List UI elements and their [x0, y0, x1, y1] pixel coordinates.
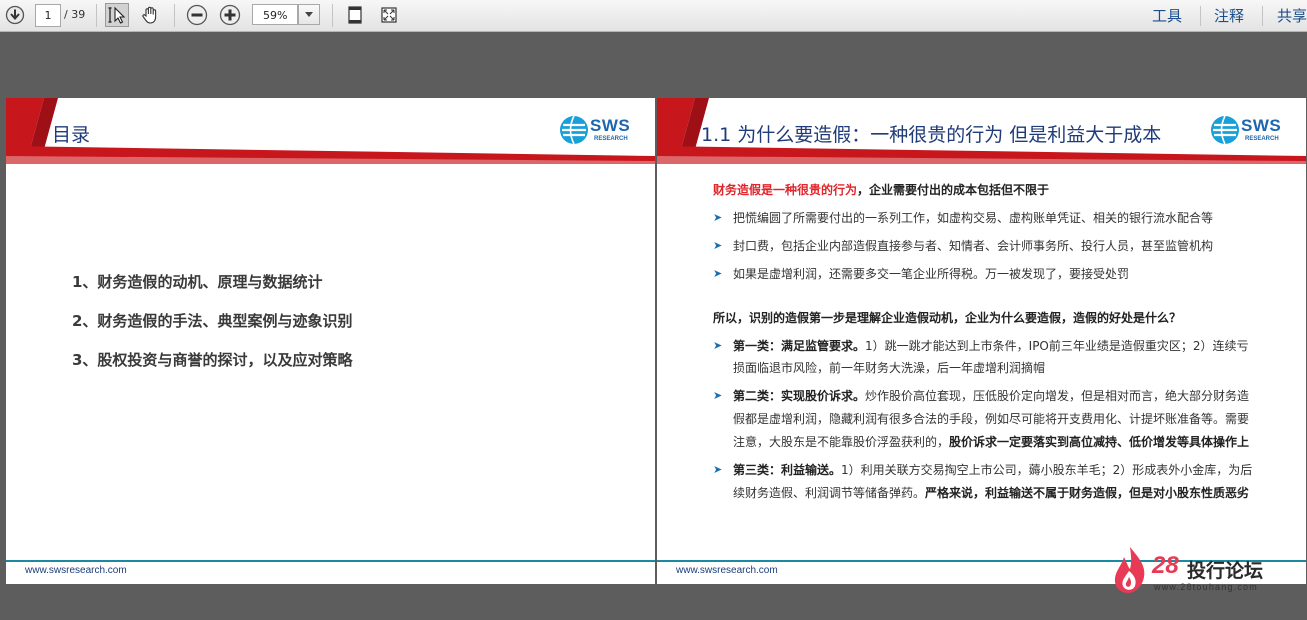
list-item: 第三类：利益输送。1）利用关联方交易掏空上市公司，薅小股东羊毛；2）形成表外小金…: [733, 462, 1252, 478]
toolbar-divider: [174, 4, 175, 27]
zoom-dropdown-button[interactable]: [298, 4, 320, 25]
fit-page-icon: [348, 6, 362, 24]
category-text: 炒作股价高位套现，压低股价定向增发，但是相对而言，绝大部分财务造: [865, 389, 1250, 403]
bullet-arrow-icon: ➤: [713, 463, 723, 476]
full-screen-icon: [381, 7, 397, 23]
toolbar-divider: [1262, 6, 1263, 26]
intro-text: ，企业需要付出的成本包括但不限于: [857, 183, 1050, 197]
list-item: 第一类：满足监管要求。1）跳一跳才能达到上市条件，IPO前三年业绩是造假重灾区；…: [733, 338, 1249, 354]
bullet-arrow-icon: ➤: [713, 239, 723, 252]
toc-item[interactable]: 1、财务造假的动机、原理与数据统计: [72, 271, 322, 292]
footer-url: www.swsresearch.com: [676, 565, 778, 576]
sws-logo: SWS RESEARCH: [559, 114, 639, 148]
zoom-out-icon: [186, 4, 208, 26]
footer-divider: [6, 560, 655, 562]
page-number-input[interactable]: 1: [35, 4, 61, 27]
zoom-in-icon: [219, 4, 241, 26]
category-label: 第一类：满足监管要求。: [733, 339, 866, 353]
list-item-continuation: 损面临退市风险，前一年财务大洗澡，后一年虚增利润摘帽: [733, 361, 1046, 375]
zoom-in-button[interactable]: [218, 3, 242, 27]
question-line: 所以，识别的造假第一步是理解企业造假动机，企业为什么要造假，造假的好处是什么？: [713, 311, 1182, 325]
page-total: / 39: [64, 8, 86, 21]
toolbar-divider: [332, 4, 333, 27]
text-select-cursor-icon: [108, 6, 126, 24]
hand-tool-button[interactable]: [138, 3, 162, 27]
sws-logo: SWS RESEARCH: [1210, 114, 1290, 148]
category-label: 第三类：利益输送。: [733, 463, 842, 477]
bullet-arrow-icon: ➤: [713, 339, 723, 352]
bullet-arrow-icon: ➤: [713, 267, 723, 280]
list-item: 把慌编圆了所需要付出的一系列工作，如虚构交易、虚构账单凭证、相关的银行流水配合等: [733, 211, 1214, 225]
logo-subtext: RESEARCH: [1245, 136, 1279, 142]
flame-logo-icon: [1114, 547, 1145, 593]
sws-globe-icon: [1211, 115, 1239, 145]
menu-tools[interactable]: 工具: [1152, 5, 1182, 26]
category-emphasis: 严格来说，利益输送不属于财务造假，但是对小股东性质恶劣: [925, 486, 1250, 500]
intro-line: 财务造假是一种很贵的行为，企业需要付出的成本包括但不限于: [713, 182, 1049, 198]
toolbar-divider: [96, 4, 97, 27]
slide-page-1: 目录 SWS RESEARCH 1、财务造假的动机、原理与数据统计 2、财务造假…: [6, 98, 655, 584]
download-button[interactable]: [3, 3, 27, 27]
zoom-level-input[interactable]: 59%: [252, 4, 298, 25]
forum-watermark: 28 投行论坛 www.28touhang.com: [1112, 545, 1302, 597]
intro-highlight: 财务造假是一种很贵的行为: [713, 183, 858, 197]
sws-globe-icon: [560, 115, 588, 145]
fit-page-button[interactable]: [343, 3, 367, 27]
menu-comment[interactable]: 注释: [1214, 5, 1244, 26]
slide-page-2: 1.1 为什么要造假：一种很贵的行为 但是利益大于成本 SWS RESEARCH…: [657, 98, 1306, 584]
logo-subtext: RESEARCH: [594, 136, 628, 142]
watermark-name: 投行论坛: [1187, 560, 1264, 582]
category-label: 第二类：实现股价诉求。: [733, 389, 866, 403]
zoom-out-button[interactable]: [185, 3, 209, 27]
download-icon: [5, 5, 25, 25]
full-screen-button[interactable]: [377, 3, 401, 27]
category-text: 续财务造假、利润调节等储备弹药。: [733, 486, 926, 500]
list-item: 如果是虚增利润，还需要多交一笔企业所得税。万一被发现了，要接受处罚: [733, 267, 1130, 281]
select-tool-button[interactable]: [105, 3, 129, 27]
category-emphasis: 股价诉求一定要落实到高位减持、低价增发等具体操作上: [949, 435, 1250, 449]
list-item-continuation: 注意，大股东是不能靠股价浮盈获利的，股价诉求一定要落实到高位减持、低价增发等具体…: [733, 434, 1249, 450]
bullet-arrow-icon: ➤: [713, 211, 723, 224]
list-item: 封口费，包括企业内部造假直接参与者、知情者、会计师事务所、投行人员，甚至监管机构: [733, 239, 1214, 253]
logo-text: SWS: [590, 116, 631, 135]
slide-title: 1.1 为什么要造假：一种很贵的行为 但是利益大于成本: [701, 124, 1162, 146]
bullet-arrow-icon: ➤: [713, 389, 723, 402]
footer-url: www.swsresearch.com: [25, 565, 127, 576]
slide-header-banner: [6, 98, 655, 164]
logo-text: SWS: [1241, 116, 1282, 135]
category-text: 1）跳一跳才能达到上市条件，IPO前三年业绩是造假重灾区；2）连续亏: [865, 339, 1249, 353]
toc-item[interactable]: 3、股权投资与商誉的探讨，以及应对策略: [72, 349, 352, 370]
category-text: 1）利用关联方交易掏空上市公司，薅小股东羊毛；2）形成表外小金库，为后: [841, 463, 1253, 477]
reader-toolbar: 1 / 39 59% 工具 注释 共享: [0, 0, 1307, 32]
menu-share[interactable]: 共享: [1277, 5, 1307, 26]
hand-icon: [142, 6, 157, 24]
list-item-continuation: 假都是虚增利润，隐藏利润有很多合法的手段，例如尽可能将开支费用化、计提坏账准备等…: [733, 412, 1250, 426]
list-item-continuation: 续财务造假、利润调节等储备弹药。严格来说，利益输送不属于财务造假，但是对小股东性…: [733, 485, 1249, 501]
toc-item[interactable]: 2、财务造假的手法、典型案例与迹象识别: [72, 310, 352, 331]
toolbar-divider: [1200, 6, 1201, 26]
category-text: 注意，大股东是不能靠股价浮盈获利的，: [733, 435, 950, 449]
watermark-number: 28: [1152, 552, 1179, 579]
chevron-down-icon: [305, 12, 313, 17]
slide-title: 目录: [52, 124, 91, 146]
watermark-url: www.28touhang.com: [1154, 582, 1258, 592]
list-item: 第二类：实现股价诉求。炒作股价高位套现，压低股价定向增发，但是相对而言，绝大部分…: [733, 388, 1249, 404]
